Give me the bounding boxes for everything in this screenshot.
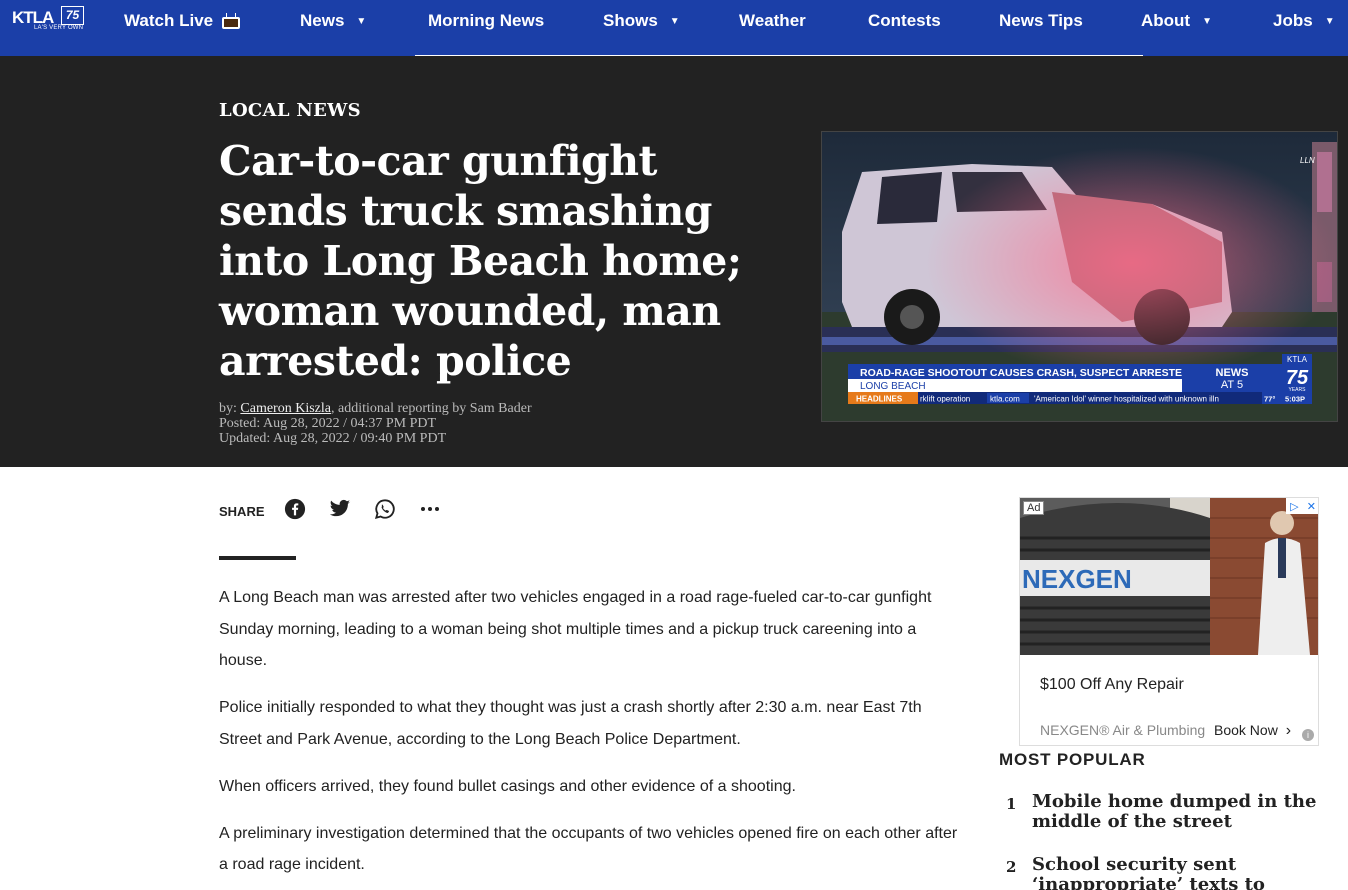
article-paragraph: Police initially responded to what they … — [219, 699, 922, 748]
nav-news-tips[interactable]: News Tips — [999, 10, 1083, 32]
popular-title[interactable]: School security sent ‘inappropriate’ tex… — [1032, 855, 1322, 890]
byline-suffix: , additional reporting by Sam Bader — [330, 401, 532, 416]
nav-contests[interactable]: Contests — [868, 10, 941, 32]
article-video-thumbnail[interactable]: LLN ROAD-RAGE SHOOTOUT CAUSES CRASH, SUS… — [821, 131, 1338, 422]
info-icon[interactable]: i — [1302, 729, 1314, 741]
twitter-icon[interactable] — [328, 497, 352, 521]
popular-item[interactable]: 2 School security sent ‘inappropriate’ t… — [999, 855, 1329, 890]
nav-morning-news-label: Morning News — [428, 11, 545, 30]
nav-news-tips-label: News Tips — [999, 11, 1083, 30]
ticker-text: rklift operation — [920, 395, 970, 404]
ticker-text-2: 'American Idol' winner hospitalized with… — [1034, 395, 1219, 404]
facebook-icon[interactable] — [283, 497, 307, 521]
nav-about[interactable]: About ▼ — [1141, 10, 1212, 32]
chevron-right-icon: › — [1285, 722, 1292, 739]
nav-shows-label: Shows — [603, 11, 658, 30]
popular-item[interactable]: 1 Mobile home dumped in the middle of th… — [999, 792, 1329, 832]
nav-about-label: About — [1141, 11, 1191, 30]
nav-jobs-label: Jobs — [1273, 11, 1313, 30]
more-icon[interactable] — [418, 497, 442, 521]
byline-prefix: by: — [219, 401, 241, 416]
article-paragraph: A preliminary investigation determined t… — [219, 824, 958, 874]
most-popular-heading: MOST POPULAR — [999, 750, 1146, 769]
popular-rank: 2 — [1006, 858, 1017, 876]
nav-jobs[interactable]: Jobs ▼ — [1273, 10, 1335, 32]
show-name-2: AT 5 — [1221, 379, 1243, 391]
nav-news[interactable]: News ▼ — [300, 10, 366, 32]
ad-cta-button[interactable]: Book Now › — [1214, 722, 1291, 740]
station-badge: 75 — [1286, 367, 1309, 389]
nav-weather[interactable]: Weather — [739, 10, 806, 32]
adchoices-icon[interactable]: ▷ — [1290, 500, 1298, 513]
author-link[interactable]: Cameron Kiszla — [240, 401, 331, 416]
ad-cta-label: Book Now — [1214, 722, 1278, 738]
popular-title[interactable]: Mobile home dumped in the middle of the … — [1032, 792, 1322, 832]
lower-third-headline: ROAD-RAGE SHOOTOUT CAUSES CRASH, SUSPECT… — [860, 367, 1190, 379]
logo-badge: 75 — [61, 6, 84, 25]
close-icon[interactable]: ✕ — [1307, 500, 1316, 513]
nav-watch-live-label: Watch Live — [124, 11, 214, 30]
ad-brand-logo: NEXGEN — [1022, 564, 1132, 594]
article-body: A Long Beach man was arrested after two … — [219, 582, 964, 890]
article-category[interactable]: LOCAL NEWS — [219, 100, 361, 121]
posted-date: Posted: Aug 28, 2022 / 04:37 PM PDT — [219, 416, 437, 431]
ticker-time: 5:03P — [1285, 395, 1305, 404]
top-nav: KTLA 75 LA'S VERY OWN Watch Live News ▼ … — [0, 0, 1348, 56]
popular-rank: 1 — [1006, 795, 1017, 813]
station-name: KTLA — [1287, 355, 1308, 364]
caret-down-icon: ▼ — [669, 15, 680, 27]
share-divider — [219, 556, 296, 560]
ad-advertiser[interactable]: NEXGEN® Air & Plumbing — [1040, 722, 1205, 738]
show-name-1: NEWS — [1216, 367, 1249, 379]
nav-weather-label: Weather — [739, 11, 806, 30]
nav-shows[interactable]: Shows ▼ — [603, 10, 680, 32]
ad-unit[interactable]: NEXGEN Ad ▷ ✕ $100 Off Any Repair NEXGEN… — [1019, 497, 1319, 746]
share-label: SHARE — [219, 503, 265, 519]
caret-down-icon: ▼ — [1324, 15, 1335, 27]
updated-date: Updated: Aug 28, 2022 / 09:40 PM PDT — [219, 431, 447, 446]
video-watermark: LLN — [1300, 156, 1315, 165]
article-headline: Car-to-car gunfight sends truck smashing… — [219, 137, 742, 385]
nav-news-label: News — [300, 11, 345, 30]
nav-morning-news[interactable]: Morning News — [428, 10, 544, 32]
ktla-logo[interactable]: KTLA 75 LA'S VERY OWN — [12, 6, 86, 34]
caret-down-icon: ▼ — [356, 15, 367, 27]
ticker-site: ktla.com — [990, 395, 1020, 404]
ad-image[interactable]: NEXGEN Ad ▷ ✕ — [1020, 498, 1318, 655]
whatsapp-icon[interactable] — [373, 497, 397, 521]
ticker-temp: 77° — [1264, 395, 1275, 404]
tv-icon — [221, 13, 241, 29]
ad-choices[interactable]: ▷ ✕ — [1286, 498, 1318, 514]
ticker-label: HEADLINES — [856, 395, 903, 404]
ad-headline[interactable]: $100 Off Any Repair — [1040, 676, 1184, 694]
article-paragraph: A Long Beach man was arrested after two … — [219, 589, 932, 669]
caret-down-icon: ▼ — [1202, 15, 1212, 27]
nav-contests-label: Contests — [868, 11, 941, 30]
article-paragraph: When officers arrived, they found bullet… — [219, 777, 796, 795]
share-bar: SHARE — [219, 497, 463, 521]
nav-watch-live[interactable]: Watch Live — [124, 10, 241, 32]
ad-label: Ad — [1023, 501, 1045, 515]
article-hero: LOCAL NEWS Car-to-car gunfight sends tru… — [0, 56, 1348, 467]
logo-tagline: LA'S VERY OWN — [34, 25, 84, 31]
lower-third-location: LONG BEACH — [860, 381, 926, 392]
article-byline: by: Cameron Kiszla, additional reporting… — [219, 401, 532, 446]
